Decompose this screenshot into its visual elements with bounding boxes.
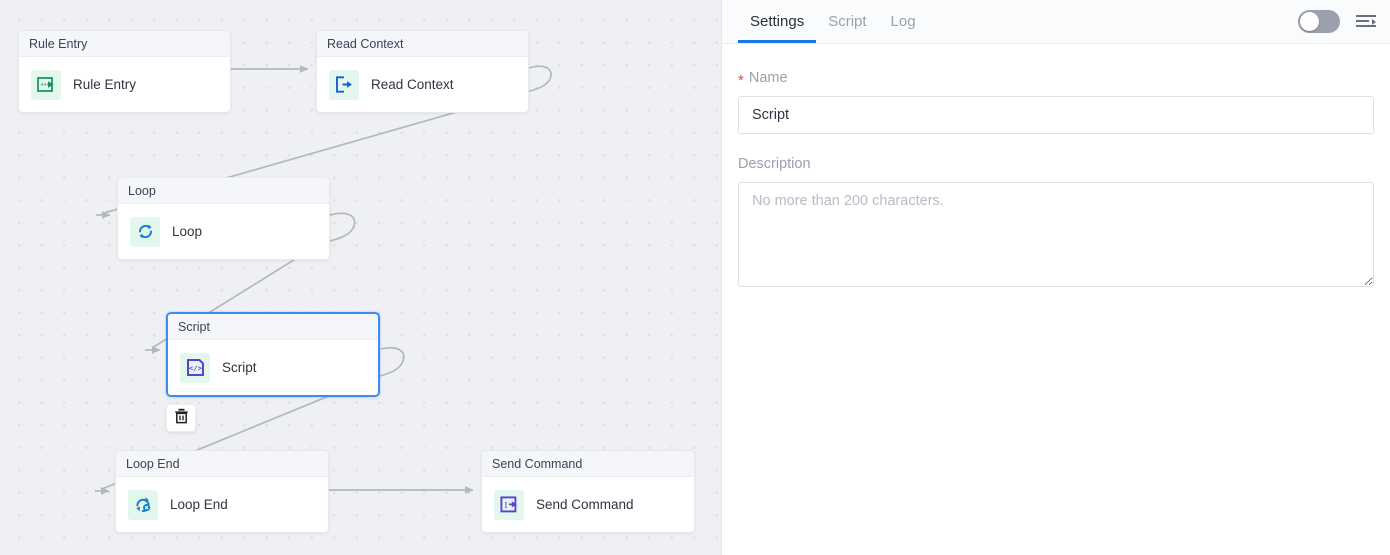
- node-header-label: Send Command: [492, 456, 583, 471]
- send-command-icon: I: [494, 489, 524, 520]
- flow-node-loop-end[interactable]: Loop End Loop End: [115, 450, 329, 533]
- node-label: Rule Entry: [73, 77, 137, 92]
- name-label: * Name: [738, 70, 1374, 89]
- field-name: * Name: [738, 70, 1374, 134]
- node-label: Send Command: [536, 497, 634, 512]
- node-header-script: Script: [168, 314, 378, 340]
- node-header-loop: Loop: [118, 178, 329, 204]
- flow-node-script[interactable]: Script </> Script: [166, 312, 380, 397]
- panel-toggle[interactable]: [1298, 10, 1340, 33]
- flow-node-send-command[interactable]: Send Command I Send Command: [481, 450, 695, 533]
- flow-node-loop[interactable]: Loop Loop: [117, 177, 330, 260]
- flow-canvas[interactable]: Rule Entry Rule Entry Read Context Read …: [0, 0, 722, 555]
- script-icon: </>: [180, 352, 210, 383]
- node-header-rule-entry: Rule Entry: [19, 31, 230, 57]
- node-header-label: Script: [178, 319, 210, 334]
- name-input[interactable]: [738, 96, 1374, 134]
- tab-label: Script: [828, 13, 867, 30]
- node-body-loop-end: Loop End: [116, 477, 328, 532]
- trash-icon: [174, 408, 189, 429]
- description-label-text: Description: [738, 156, 811, 172]
- tab-settings[interactable]: Settings: [738, 0, 817, 43]
- node-body-send-command: I Send Command: [482, 477, 694, 532]
- read-context-icon: [329, 69, 359, 100]
- name-label-text: Name: [748, 70, 788, 86]
- svg-text:</>: </>: [188, 364, 202, 373]
- node-body-read-context: Read Context: [317, 57, 528, 112]
- tab-script[interactable]: Script: [816, 0, 878, 43]
- node-body-rule-entry: Rule Entry: [19, 57, 230, 112]
- flow-node-rule-entry[interactable]: Rule Entry Rule Entry: [18, 30, 231, 113]
- node-body-loop: Loop: [118, 204, 329, 259]
- required-marker: *: [738, 71, 744, 89]
- svg-text:I: I: [504, 501, 507, 511]
- workflow-editor: Rule Entry Rule Entry Read Context Read …: [0, 0, 1390, 555]
- properties-panel: Settings Script Log * Name Script Descri…: [722, 0, 1390, 555]
- node-header-label: Read Context: [327, 36, 404, 51]
- toggle-knob: [1300, 12, 1319, 31]
- panel-tools: [1298, 0, 1390, 43]
- tab-label: Log: [890, 13, 916, 30]
- flow-node-read-context[interactable]: Read Context Read Context: [316, 30, 529, 113]
- list-indent-icon[interactable]: [1356, 14, 1376, 30]
- node-header-read-context: Read Context: [317, 31, 528, 57]
- node-label: Loop: [172, 224, 203, 239]
- node-header-label: Loop End: [126, 456, 180, 471]
- node-header-label: Loop: [128, 183, 156, 198]
- field-description: Description: [738, 156, 1374, 287]
- node-body-script: </> Script: [168, 340, 378, 395]
- node-header-send-command: Send Command: [482, 451, 694, 477]
- node-header-loop-end: Loop End: [116, 451, 328, 477]
- delete-node-button[interactable]: [166, 404, 196, 432]
- tab-label: Settings: [750, 13, 805, 30]
- loop-end-icon: [128, 489, 158, 520]
- panel-form: * Name Description: [722, 44, 1390, 309]
- description-textarea[interactable]: [738, 182, 1374, 287]
- node-label: Script: [222, 360, 257, 375]
- rule-entry-icon: [31, 69, 61, 100]
- description-label: Description: [738, 156, 1374, 172]
- node-label: Read Context: [371, 77, 454, 92]
- node-label: Loop End: [170, 497, 228, 512]
- loop-icon: [130, 216, 160, 247]
- tab-log[interactable]: Log: [879, 0, 928, 43]
- node-header-label: Rule Entry: [29, 36, 88, 51]
- panel-tab-bar: Settings Script Log: [722, 0, 1390, 44]
